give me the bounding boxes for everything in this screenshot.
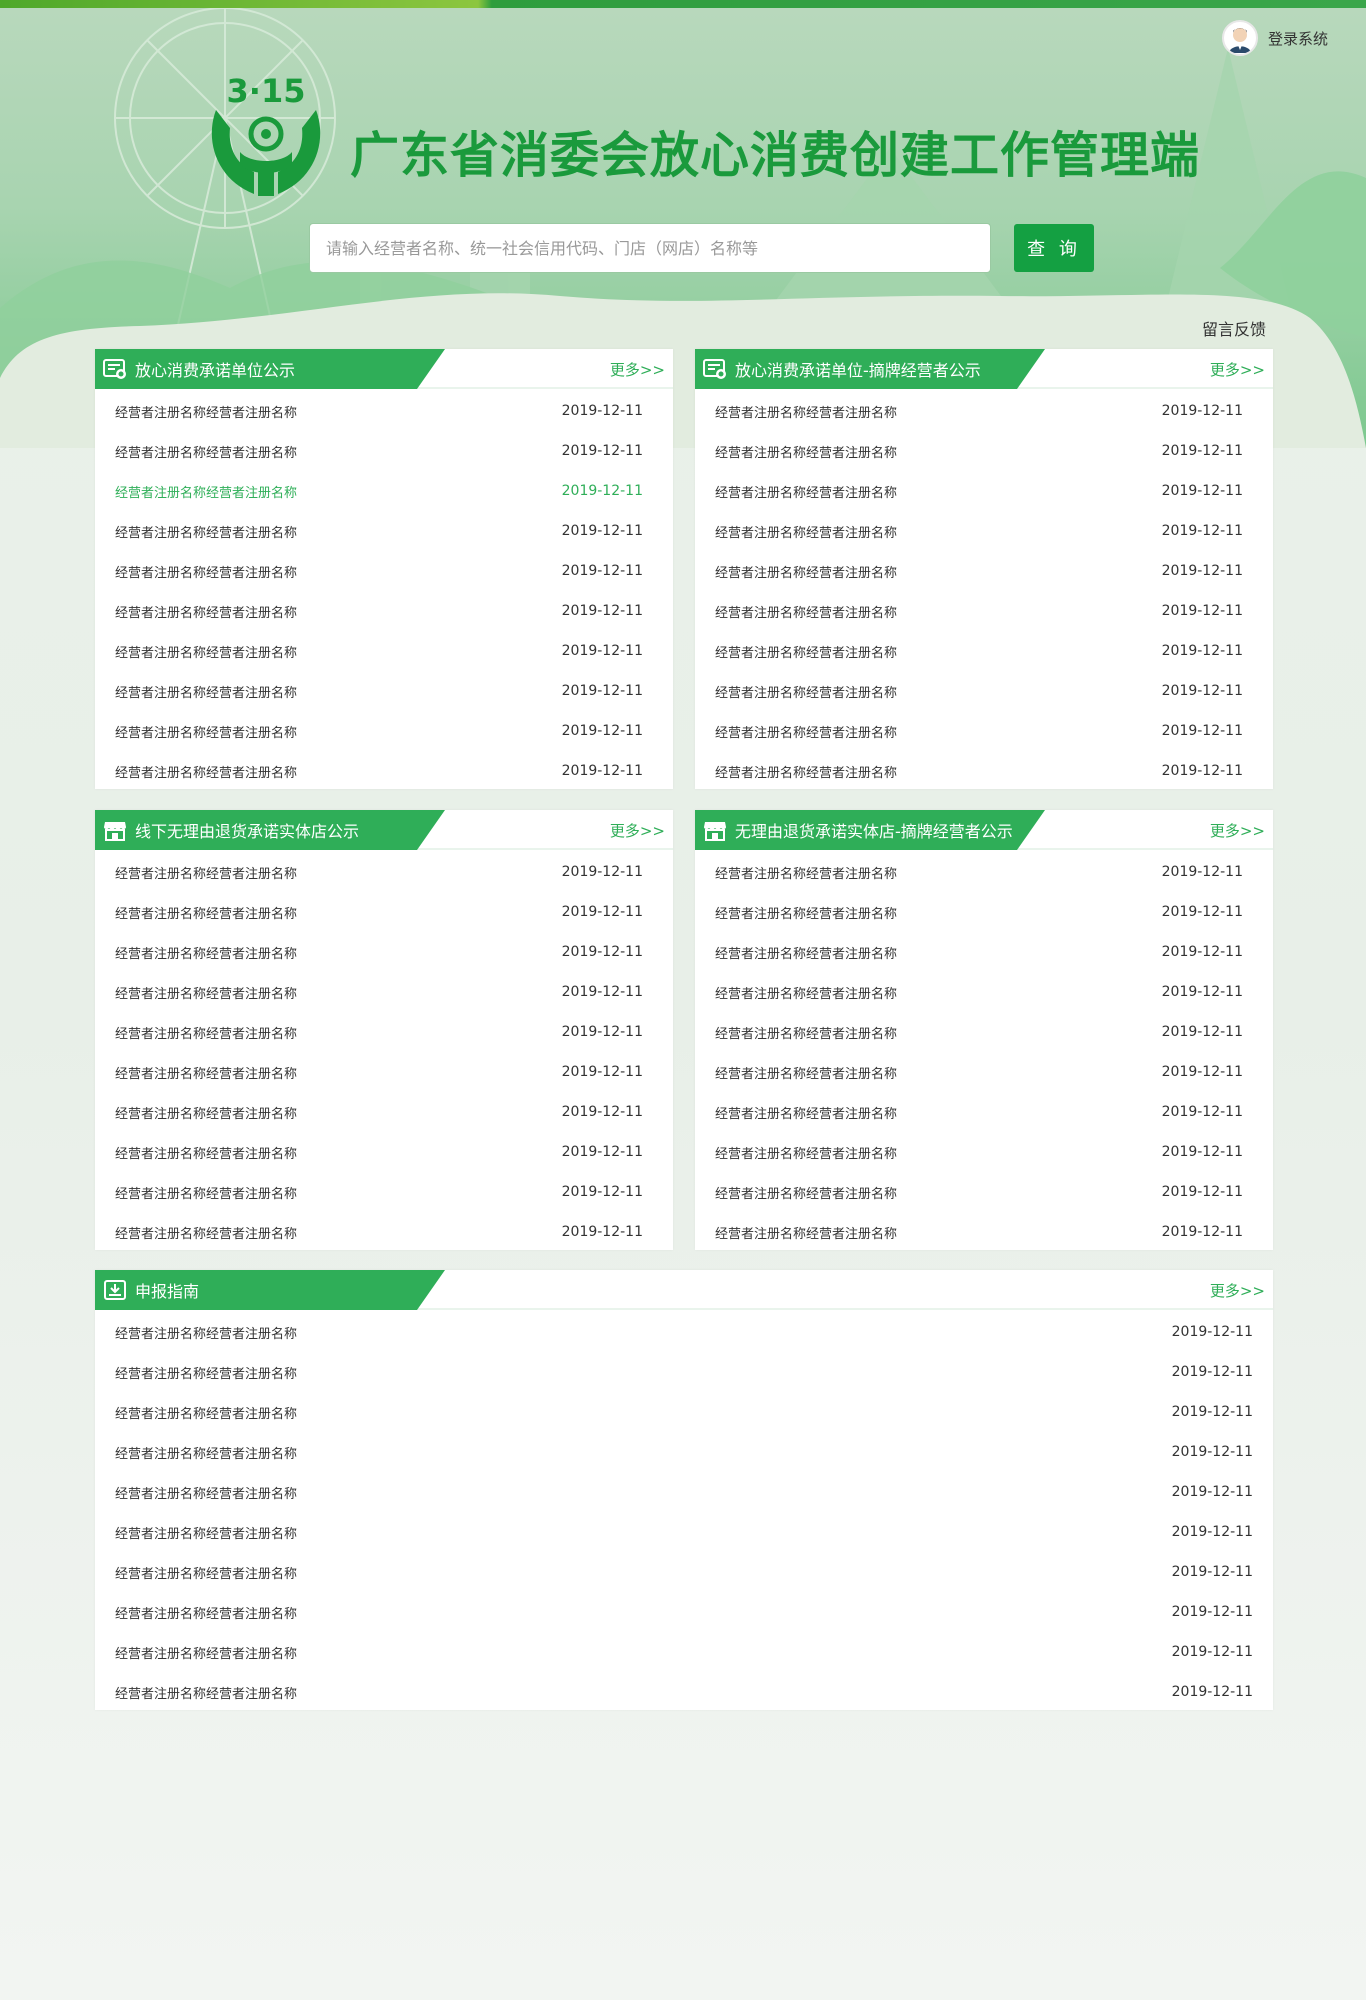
list-item[interactable]: 经营者注册名称经营者注册名称 2019-12-11 — [695, 431, 1273, 471]
list-item[interactable]: 经营者注册名称经营者注册名称 2019-12-11 — [95, 1472, 1273, 1512]
list-item[interactable]: 经营者注册名称经营者注册名称 2019-12-11 — [95, 1212, 673, 1252]
list-item[interactable]: 经营者注册名称经营者注册名称 2019-12-11 — [695, 852, 1273, 892]
list-item[interactable]: 经营者注册名称经营者注册名称 2019-12-11 — [695, 711, 1273, 751]
top-accent-bar — [0, 0, 1366, 8]
consumer-council-logo-icon: 3·15 — [211, 72, 321, 196]
list-item[interactable]: 经营者注册名称经营者注册名称 2019-12-11 — [95, 671, 673, 711]
panel-header: 申报指南 更多>> — [95, 1270, 1273, 1310]
search-button[interactable]: 查 询 — [1014, 224, 1094, 272]
avatar — [1221, 20, 1258, 56]
panel-offline-return-stores: 线下无理由退货承诺实体店公示 更多>> 经营者注册名称经营者注册名称 2019-1… — [95, 810, 673, 1250]
list-item[interactable]: 经营者注册名称经营者注册名称 2019-12-11 — [95, 1512, 1273, 1552]
list-item[interactable]: 经营者注册名称经营者注册名称 2019-12-11 — [95, 1172, 673, 1212]
page-title: 广东省消委会放心消费创建工作管理端 — [350, 127, 1201, 184]
user-avatar-icon — [1228, 28, 1251, 53]
more-link[interactable]: 更多>> — [610, 359, 665, 380]
list-item[interactable]: 经营者注册名称经营者注册名称 2019-12-11 — [695, 1092, 1273, 1132]
panel-title: 放心消费承诺单位公示 — [135, 361, 296, 380]
list-item[interactable]: 经营者注册名称经营者注册名称 2019-12-11 — [95, 751, 673, 791]
panel-title: 放心消费承诺单位-摘牌经营者公示 — [735, 361, 981, 380]
list-item[interactable]: 经营者注册名称经营者注册名称 2019-12-11 — [95, 932, 673, 972]
list-item[interactable]: 经营者注册名称经营者注册名称 2019-12-11 — [695, 892, 1273, 932]
store-icon — [103, 818, 127, 842]
panel-title: 线下无理由退货承诺实体店公示 — [135, 822, 360, 841]
list-item[interactable]: 经营者注册名称经营者注册名称 2019-12-11 — [695, 631, 1273, 671]
logo-text: 3·15 — [227, 72, 306, 110]
list-item[interactable]: 经营者注册名称经营者注册名称 2019-12-11 — [95, 1632, 1273, 1672]
list-item[interactable]: 经营者注册名称经营者注册名称 2019-12-11 — [95, 892, 673, 932]
list-item[interactable]: 经营者注册名称经营者注册名称 2019-12-11 — [695, 471, 1273, 511]
panel-header: 放心消费承诺单位-摘牌经营者公示 更多>> — [695, 349, 1273, 389]
document-icon — [103, 357, 127, 381]
panel-commitment-units: 放心消费承诺单位公示 更多>> 经营者注册名称经营者注册名称 2019-12-11… — [95, 349, 673, 789]
panel-title: 申报指南 — [135, 1282, 200, 1301]
more-link[interactable]: 更多>> — [1210, 820, 1265, 841]
list-item[interactable]: 经营者注册名称经营者注册名称 2019-12-11 — [95, 1012, 673, 1052]
list-item[interactable]: 经营者注册名称经营者注册名称 2019-12-11 — [95, 551, 673, 591]
feedback-link[interactable]: 留言反馈 — [1202, 316, 1266, 340]
panel-tab: 放心消费承诺单位-摘牌经营者公示 — [695, 349, 1045, 389]
more-link[interactable]: 更多>> — [1210, 1280, 1265, 1301]
document-icon — [703, 357, 727, 381]
list-item[interactable]: 经营者注册名称经营者注册名称 2019-12-11 — [95, 431, 673, 471]
list-item[interactable]: 经营者注册名称经营者注册名称 2019-12-11 — [95, 1432, 1273, 1472]
list-item[interactable]: 经营者注册名称经营者注册名称 2019-12-11 — [695, 932, 1273, 972]
panel-header: 线下无理由退货承诺实体店公示 更多>> — [95, 810, 673, 850]
list-item[interactable]: 经营者注册名称经营者注册名称 2019-12-11 — [95, 391, 673, 431]
list-item[interactable]: 经营者注册名称经营者注册名称 2019-12-11 — [695, 1052, 1273, 1092]
list-item[interactable]: 经营者注册名称经营者注册名称 2019-12-11 — [695, 391, 1273, 431]
list-item[interactable]: 经营者注册名称经营者注册名称 2019-12-11 — [95, 471, 673, 511]
entry-list: 经营者注册名称经营者注册名称 2019-12-11 经营者注册名称经营者注册名称 2… — [95, 1310, 1273, 1712]
list-item[interactable]: 经营者注册名称经营者注册名称 2019-12-11 — [695, 1012, 1273, 1052]
list-item[interactable]: 经营者注册名称经营者注册名称 2019-12-11 — [695, 972, 1273, 1012]
list-item[interactable]: 经营者注册名称经营者注册名称 2019-12-11 — [95, 1132, 673, 1172]
download-icon — [103, 1278, 127, 1302]
panel-application-guide: 申报指南 更多>> 经营者注册名称经营者注册名称 2019-12-11 经营者注册… — [95, 1270, 1273, 1710]
panel-delisted-return-stores: 无理由退货承诺实体店-摘牌经营者公示 更多>> 经营者注册名称经营者注册名称 20… — [695, 810, 1273, 1250]
more-link[interactable]: 更多>> — [610, 820, 665, 841]
search-input[interactable] — [309, 223, 991, 273]
login-label: 登录系统 — [1267, 29, 1328, 48]
list-item[interactable]: 经营者注册名称经营者注册名称 2019-12-11 — [95, 1352, 1273, 1392]
panel-tab: 线下无理由退货承诺实体店公示 — [95, 810, 445, 850]
more-link[interactable]: 更多>> — [1210, 359, 1265, 380]
panel-tab: 申报指南 — [95, 1270, 445, 1310]
logo: 3·15 — [206, 72, 326, 204]
list-item[interactable]: 经营者注册名称经营者注册名称 2019-12-11 — [95, 711, 673, 751]
list-item[interactable]: 经营者注册名称经营者注册名称 2019-12-11 — [95, 631, 673, 671]
list-item[interactable]: 经营者注册名称经营者注册名称 2019-12-11 — [95, 591, 673, 631]
login-link[interactable]: 登录系统 — [1221, 20, 1328, 56]
entry-list: 经营者注册名称经营者注册名称 2019-12-11 经营者注册名称经营者注册名称 2… — [95, 850, 673, 1252]
panel-title: 无理由退货承诺实体店-摘牌经营者公示 — [735, 822, 1013, 841]
list-item[interactable]: 经营者注册名称经营者注册名称 2019-12-11 — [695, 591, 1273, 631]
list-item[interactable]: 经营者注册名称经营者注册名称 2019-12-11 — [95, 1312, 1273, 1352]
entry-list: 经营者注册名称经营者注册名称 2019-12-11 经营者注册名称经营者注册名称 2… — [95, 389, 673, 791]
entry-list: 经营者注册名称经营者注册名称 2019-12-11 经营者注册名称经营者注册名称 2… — [695, 389, 1273, 791]
list-item[interactable]: 经营者注册名称经营者注册名称 2019-12-11 — [695, 551, 1273, 591]
store-icon — [703, 818, 727, 842]
list-item[interactable]: 经营者注册名称经营者注册名称 2019-12-11 — [95, 1552, 1273, 1592]
list-item[interactable]: 经营者注册名称经营者注册名称 2019-12-11 — [95, 1592, 1273, 1632]
list-item[interactable]: 经营者注册名称经营者注册名称 2019-12-11 — [695, 671, 1273, 711]
list-item[interactable]: 经营者注册名称经营者注册名称 2019-12-11 — [695, 511, 1273, 551]
panel-tab: 放心消费承诺单位公示 — [95, 349, 445, 389]
entry-list: 经营者注册名称经营者注册名称 2019-12-11 经营者注册名称经营者注册名称 2… — [695, 850, 1273, 1252]
list-item[interactable]: 经营者注册名称经营者注册名称 2019-12-11 — [95, 1092, 673, 1132]
panel-delisted-operators: 放心消费承诺单位-摘牌经营者公示 更多>> 经营者注册名称经营者注册名称 2019… — [695, 349, 1273, 789]
panel-header: 放心消费承诺单位公示 更多>> — [95, 349, 673, 389]
panel-header: 无理由退货承诺实体店-摘牌经营者公示 更多>> — [695, 810, 1273, 850]
list-item[interactable]: 经营者注册名称经营者注册名称 2019-12-11 — [95, 1052, 673, 1092]
list-item[interactable]: 经营者注册名称经营者注册名称 2019-12-11 — [95, 852, 673, 892]
list-item[interactable]: 经营者注册名称经营者注册名称 2019-12-11 — [95, 511, 673, 551]
list-item[interactable]: 经营者注册名称经营者注册名称 2019-12-11 — [695, 1172, 1273, 1212]
panel-tab: 无理由退货承诺实体店-摘牌经营者公示 — [695, 810, 1045, 850]
list-item[interactable]: 经营者注册名称经营者注册名称 2019-12-11 — [95, 972, 673, 1012]
list-item[interactable]: 经营者注册名称经营者注册名称 2019-12-11 — [95, 1672, 1273, 1712]
list-item[interactable]: 经营者注册名称经营者注册名称 2019-12-11 — [695, 1212, 1273, 1252]
list-item[interactable]: 经营者注册名称经营者注册名称 2019-12-11 — [695, 1132, 1273, 1172]
list-item[interactable]: 经营者注册名称经营者注册名称 2019-12-11 — [95, 1392, 1273, 1432]
list-item[interactable]: 经营者注册名称经营者注册名称 2019-12-11 — [695, 751, 1273, 791]
